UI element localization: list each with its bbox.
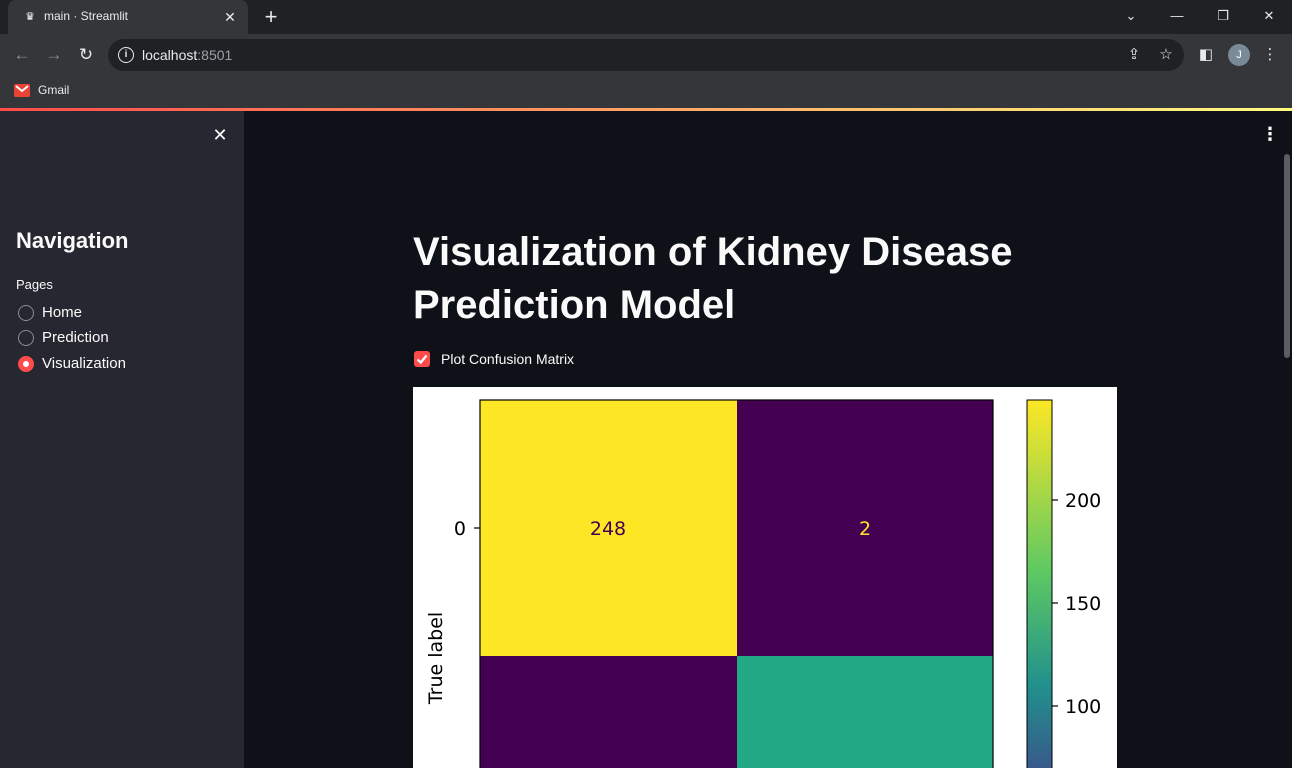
sidebar-close-icon[interactable]: ✕: [210, 125, 230, 145]
profile-avatar[interactable]: J: [1228, 44, 1250, 66]
new-tab-button[interactable]: +: [258, 4, 284, 30]
sidebar-title: Navigation: [16, 228, 129, 253]
browser-tab[interactable]: ♛ main · Streamlit ✕: [8, 0, 248, 34]
streamlit-favicon-icon: ♛: [25, 11, 35, 23]
back-button[interactable]: ←: [9, 42, 35, 68]
bookmark-star-icon[interactable]: ☆: [1156, 45, 1176, 65]
colorbar-tick-label: 150: [1065, 593, 1101, 615]
main-menu-icon[interactable]: ⋮: [1258, 123, 1282, 147]
scrollbar-thumb[interactable]: [1284, 154, 1290, 358]
plot-confusion-matrix-checkbox[interactable]: Plot Confusion Matrix: [414, 350, 714, 370]
colorbar-ticks: 200 150 100: [1052, 490, 1101, 718]
browser-menu-icon[interactable]: ⋮: [1257, 42, 1283, 68]
browser-tab-strip: ♛ main · Streamlit ✕ + ⌄ — ❐ ✕: [0, 0, 1292, 34]
radio-circle[interactable]: [18, 305, 34, 321]
address-bar[interactable]: i localhost:8501 ⇪ ☆: [108, 39, 1184, 71]
colorbar-tick-label: 100: [1065, 696, 1101, 718]
browser-toolbar: ← → ↻ i localhost:8501 ⇪ ☆ ◧ J ⋮: [0, 34, 1292, 76]
url-port: :8501: [197, 47, 233, 63]
restore-button[interactable]: ❐: [1200, 0, 1246, 32]
radio-label: Visualization: [42, 355, 126, 372]
gmail-icon: [14, 84, 30, 97]
heatmap-cell: [480, 656, 737, 768]
radio-option-prediction[interactable]: Prediction: [18, 327, 218, 349]
page-title: Visualization of Kidney Disease Predicti…: [413, 230, 1013, 327]
radio-option-home[interactable]: Home: [18, 302, 218, 324]
url-host: localhost: [142, 47, 198, 63]
confusion-matrix-figure: 248 2 0 True label 200 150 100: [413, 387, 1117, 768]
site-info-icon[interactable]: i: [118, 47, 134, 63]
tab-search-button[interactable]: ⌄: [1108, 0, 1154, 32]
url-text[interactable]: localhost:8501: [142, 47, 232, 63]
radio-label: Home: [42, 304, 83, 321]
checkbox-checked-icon[interactable]: [414, 351, 430, 367]
tab-close-icon[interactable]: ✕: [220, 7, 240, 27]
sidebar: ✕ Navigation Pages Home Prediction Visua…: [0, 111, 244, 768]
bookmark-gmail[interactable]: Gmail: [38, 83, 69, 97]
y-axis-label: True label: [425, 612, 447, 705]
tab-title: main · Streamlit: [44, 9, 129, 23]
cell-value-label: 2: [859, 518, 871, 540]
y-tick-label: 0: [454, 518, 466, 540]
confusion-matrix-chart: 248 2 0 True label 200 150 100: [425, 399, 1101, 768]
radio-circle[interactable]: [18, 330, 34, 346]
side-panel-icon[interactable]: ◧: [1193, 42, 1219, 68]
radio-circle-selected[interactable]: [18, 356, 34, 372]
heatmap-cell: [737, 656, 993, 768]
bookmarks-bar: Gmail: [0, 76, 1292, 108]
colorbar-tick-label: 200: [1065, 490, 1101, 512]
radio-option-visualization[interactable]: Visualization: [18, 353, 218, 375]
radio-group-label: Pages: [16, 277, 53, 292]
reload-button[interactable]: ↻: [73, 42, 99, 68]
radio-label: Prediction: [42, 329, 109, 346]
checkbox-label: Plot Confusion Matrix: [441, 351, 575, 367]
colorbar: [1026, 399, 1053, 768]
cell-value-label: 248: [590, 518, 626, 540]
forward-button[interactable]: →: [41, 42, 67, 68]
close-window-button[interactable]: ✕: [1246, 0, 1292, 32]
share-icon[interactable]: ⇪: [1124, 45, 1144, 65]
minimize-button[interactable]: —: [1154, 0, 1200, 32]
